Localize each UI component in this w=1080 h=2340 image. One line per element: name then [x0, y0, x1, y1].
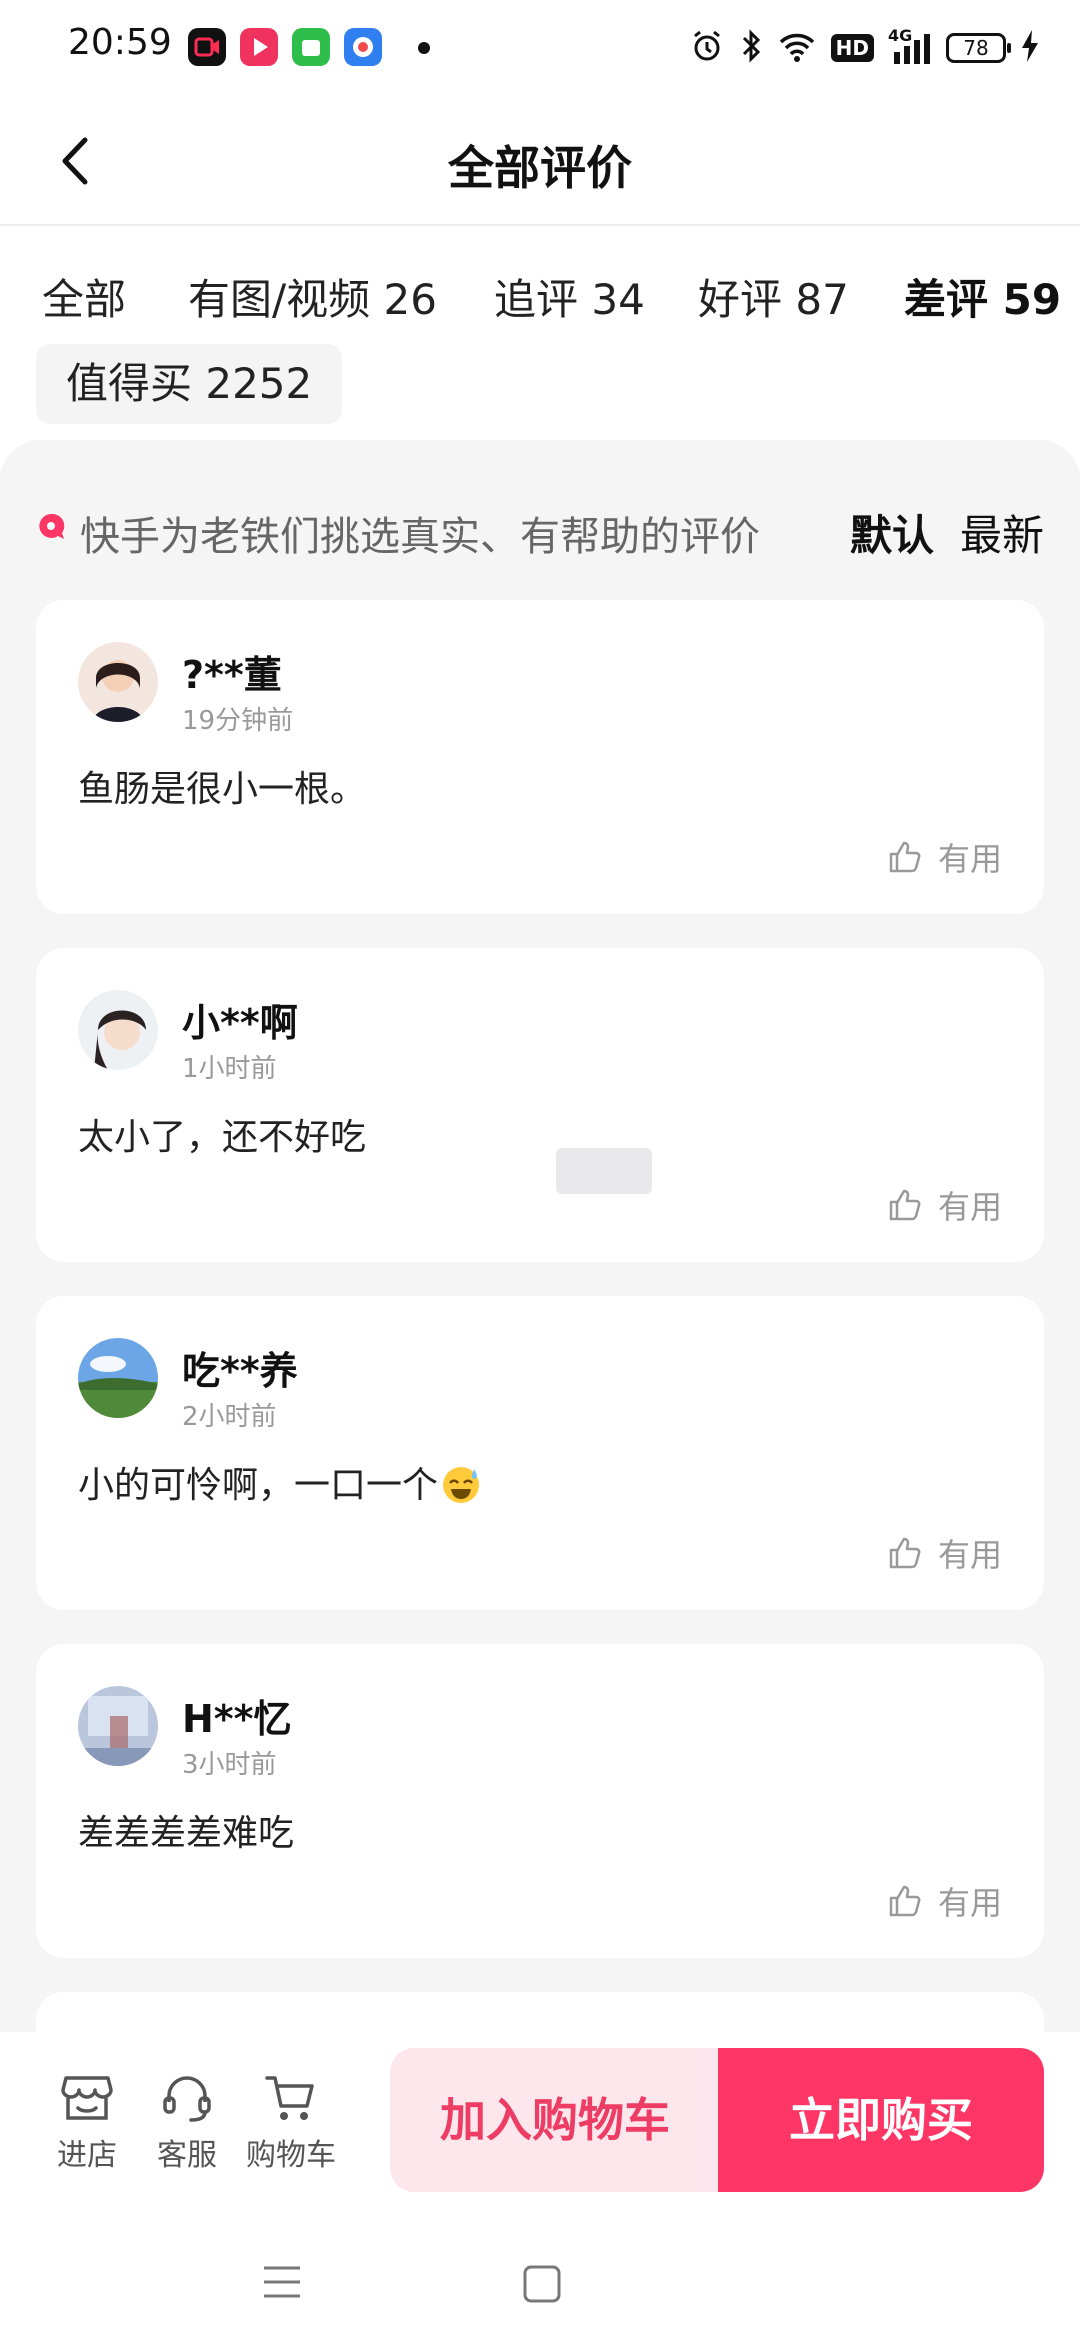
- headset-icon: [163, 2076, 211, 2122]
- recent-apps-button[interactable]: [262, 2262, 302, 2306]
- useful-button[interactable]: 有用: [888, 1182, 1002, 1228]
- customer-service-button[interactable]: 客服: [132, 2072, 242, 2174]
- menu-icon: [264, 2266, 300, 2298]
- thumbs-up-icon: [889, 1189, 921, 1221]
- video-app-icon: [188, 28, 226, 66]
- shop-app-icon: [292, 28, 330, 66]
- tip-bubble-icon: [36, 512, 66, 542]
- store-label: 进店: [57, 2138, 117, 2173]
- useful-button[interactable]: 有用: [888, 1878, 1002, 1924]
- review-card: H**忆 3小时前 差差差差难吃 有用: [36, 1644, 1044, 1958]
- thumbs-up-icon: [889, 841, 921, 873]
- charging-icon: [1020, 28, 1040, 68]
- useful-label: 有用: [937, 1884, 1002, 1922]
- bluetooth-icon: [739, 28, 763, 68]
- battery-indicator: 78: [946, 33, 1011, 63]
- sweat-smile-emoji-icon: [440, 1463, 482, 1505]
- store-button[interactable]: 进店: [32, 2072, 142, 2174]
- alarm-icon: [689, 28, 725, 68]
- tab-negative[interactable]: 差评 59: [904, 266, 1061, 327]
- review-list-area[interactable]: 快手为老铁们挑选真实、有帮助的评价 默认 最新 ?**董 19分钟前 鱼肠是很小…: [0, 440, 1080, 2040]
- useful-label: 有用: [937, 1536, 1002, 1574]
- review-text: 太小了，还不好吃: [78, 1117, 367, 1158]
- customer-service-label: 客服: [157, 2138, 217, 2173]
- review-author: ?**董: [182, 653, 282, 697]
- signal-icon: 4G: [888, 26, 932, 66]
- review-author: 吃**养: [182, 1349, 298, 1393]
- tab-media[interactable]: 有图/视频 26: [188, 266, 437, 327]
- blurred-watermark: [556, 1148, 652, 1194]
- hd-badge: HD: [830, 34, 874, 62]
- page-title: 全部评价: [448, 141, 632, 195]
- review-text: 差差差差难吃: [78, 1813, 295, 1854]
- tab-follow-up[interactable]: 追评 34: [494, 266, 645, 327]
- review-time: 19分钟前: [182, 706, 294, 736]
- store-icon: [61, 2076, 113, 2120]
- bird-app-icon: [344, 28, 382, 66]
- page-header: 全部评价: [0, 96, 1080, 226]
- home-square-icon: [523, 2265, 561, 2303]
- review-tip-text: 快手为老铁们挑选真实、有帮助的评价: [80, 514, 760, 560]
- avatar[interactable]: [78, 990, 158, 1070]
- add-to-cart-button[interactable]: 加入购物车: [390, 2048, 720, 2192]
- system-navigation-bar: [0, 2232, 1080, 2340]
- review-filters: 全部 有图/视频 26 追评 34 好评 87 差评 59 值得买 2252: [0, 226, 1080, 441]
- review-card: 吃**养 2小时前 小的可怜啊，一口一个 有用: [36, 1296, 1044, 1610]
- notification-dot: [418, 42, 430, 54]
- cart-button[interactable]: 购物车: [236, 2072, 346, 2174]
- avatar[interactable]: [78, 1686, 158, 1766]
- status-time: 20:59: [68, 22, 172, 63]
- useful-label: 有用: [937, 1188, 1002, 1226]
- review-card: 小**啊 1小时前 太小了，还不好吃 有用: [36, 948, 1044, 1262]
- review-author: H**忆: [182, 1697, 292, 1741]
- buy-now-button[interactable]: 立即购买: [718, 2048, 1044, 2192]
- review-time: 3小时前: [182, 1750, 277, 1780]
- wifi-icon: [777, 28, 817, 68]
- sort-latest-button[interactable]: 最新: [960, 502, 1044, 563]
- status-icons: HD 4G 78: [689, 26, 1040, 70]
- review-tip-row: 快手为老铁们挑选真实、有帮助的评价 默认 最新: [36, 500, 1044, 560]
- avatar[interactable]: [78, 1338, 158, 1418]
- thumbs-up-icon: [889, 1537, 921, 1569]
- status-bar: 20:59 HD 4G 78: [0, 0, 1080, 96]
- tab-positive[interactable]: 好评 87: [698, 266, 849, 327]
- review-text: 小的可怜啊，一口一个: [78, 1456, 482, 1508]
- review-time: 1小时前: [182, 1054, 277, 1084]
- thumbs-up-icon: [889, 1885, 921, 1917]
- avatar[interactable]: [78, 642, 158, 722]
- sort-default-button[interactable]: 默认: [850, 502, 934, 563]
- useful-label: 有用: [937, 840, 1002, 878]
- cart-label: 购物车: [246, 2138, 336, 2173]
- useful-button[interactable]: 有用: [888, 834, 1002, 880]
- review-text: 鱼肠是很小一根。: [78, 769, 367, 810]
- play-app-icon: [240, 28, 278, 66]
- shopping-cart-icon: [265, 2076, 314, 2120]
- review-time: 2小时前: [182, 1402, 277, 1432]
- review-card: ?**董 19分钟前 鱼肠是很小一根。 有用: [36, 600, 1044, 914]
- review-author: 小**啊: [182, 1001, 298, 1045]
- home-button[interactable]: [522, 2264, 562, 2308]
- bottom-action-bar: 进店 客服 购物车 加入购物车 立即购买: [0, 2032, 1080, 2232]
- worth-buying-chip[interactable]: 值得买 2252: [36, 344, 343, 424]
- useful-button[interactable]: 有用: [888, 1530, 1002, 1576]
- tab-all[interactable]: 全部: [42, 266, 126, 327]
